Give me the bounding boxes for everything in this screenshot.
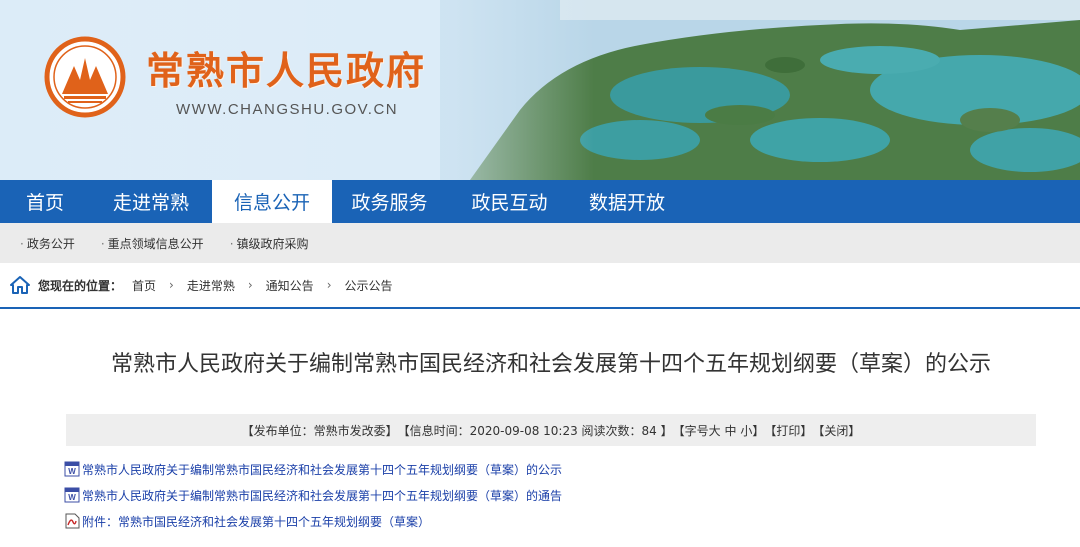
attachment-text: 常熟市人民政府关于编制常熟市国民经济和社会发展第十四个五年规划纲要（草案）的通告 bbox=[82, 488, 563, 503]
font-size-label: 【字号 bbox=[672, 423, 709, 438]
doc-icon: W bbox=[64, 487, 80, 503]
sub-nav-label: 政务公开 bbox=[26, 236, 75, 251]
nav-info-disclosure[interactable]: 信息公开 bbox=[212, 180, 332, 223]
attachment-link[interactable]: W 常熟市人民政府关于编制常熟市国民经济和社会发展第十四个五年规划纲要（草案）的… bbox=[64, 456, 562, 482]
sub-nav-item-town-procurement[interactable]: · 镇级政府采购 bbox=[230, 235, 309, 252]
attachment-text: 常熟市人民政府关于编制常熟市国民经济和社会发展第十四个五年规划纲要（草案）的公示 bbox=[82, 462, 563, 477]
font-size-medium-button[interactable]: 中 bbox=[725, 422, 737, 439]
article-title: 常熟市人民政府关于编制常熟市国民经济和社会发展第十四个五年规划纲要（草案）的公示 bbox=[110, 352, 991, 377]
chevron-right-icon: › bbox=[169, 278, 174, 292]
svg-text:W: W bbox=[68, 467, 76, 476]
chevron-right-icon: › bbox=[326, 278, 332, 292]
doc-icon: W bbox=[64, 461, 80, 477]
publisher-info: 【发布单位：常熟市发改委】 bbox=[241, 423, 398, 438]
font-size-small-button[interactable]: 小 bbox=[740, 422, 752, 439]
breadcrumb-label: 您现在的位置： bbox=[38, 278, 123, 293]
sub-nav-label: 重点领域信息公开 bbox=[107, 236, 204, 251]
city-emblem-logo bbox=[44, 36, 126, 118]
attachment-text: 附件：常熟市国民经济和社会发展第十四个五年规划纲要（草案） bbox=[82, 514, 431, 529]
home-icon bbox=[10, 276, 30, 294]
publish-time-info: 【信息时间：2020-09-08 10:23 阅读次数：84 】 bbox=[397, 423, 673, 438]
header-banner: 常熟市人民政府 WWW.CHANGSHU.GOV.CN bbox=[0, 0, 1080, 180]
attachment-link[interactable]: 附件：常熟市国民经济和社会发展第十四个五年规划纲要（草案） bbox=[64, 508, 562, 534]
sub-nav-label: 镇级政府采购 bbox=[236, 236, 309, 251]
bullet-icon: · bbox=[20, 236, 24, 251]
sub-nav: · 政务公开 · 重点领域信息公开 · 镇级政府采购 bbox=[0, 223, 1080, 263]
print-button[interactable]: 【打印】 bbox=[764, 422, 812, 439]
bullet-icon: · bbox=[100, 236, 105, 251]
breadcrumb-public-announcements[interactable]: 公示公告 bbox=[345, 277, 393, 294]
site-domain: WWW.CHANGSHU.GOV.CN bbox=[176, 101, 399, 118]
attachment-list: W 常熟市人民政府关于编制常熟市国民经济和社会发展第十四个五年规划纲要（草案）的… bbox=[64, 456, 562, 534]
nav-public-interaction[interactable]: 政民互动 bbox=[447, 180, 572, 223]
pdf-icon bbox=[65, 513, 80, 529]
breadcrumb-notices[interactable]: 通知公告 bbox=[266, 277, 314, 294]
breadcrumb-home[interactable]: 首页 bbox=[132, 277, 156, 294]
sub-nav-item-key-areas[interactable]: · 重点领域信息公开 bbox=[101, 235, 204, 252]
chevron-right-icon: › bbox=[247, 278, 253, 292]
main-nav: 首页 走进常熟 信息公开 政务服务 政民互动 数据开放 bbox=[0, 180, 1080, 223]
article-meta-bar: 【发布单位：常熟市发改委】 【信息时间：2020-09-08 10:23 阅读次… bbox=[66, 414, 1036, 446]
site-title: 常熟市人民政府 bbox=[146, 48, 427, 93]
breadcrumb-about-changshu[interactable]: 走进常熟 bbox=[187, 277, 235, 294]
attachment-link[interactable]: W 常熟市人民政府关于编制常熟市国民经济和社会发展第十四个五年规划纲要（草案）的… bbox=[64, 482, 562, 508]
sub-nav-item-government-affairs[interactable]: · 政务公开 bbox=[20, 235, 75, 252]
breadcrumb: 您现在的位置： 首页 › 走进常熟 › 通知公告 › 公示公告 bbox=[0, 263, 1080, 309]
bullet-icon: · bbox=[229, 236, 234, 251]
nav-about-changshu[interactable]: 走进常熟 bbox=[90, 180, 212, 223]
svg-text:W: W bbox=[68, 493, 76, 502]
font-size-large-button[interactable]: 大 bbox=[709, 422, 721, 439]
nav-open-data[interactable]: 数据开放 bbox=[572, 180, 682, 223]
close-button[interactable]: 【关闭】 bbox=[812, 422, 860, 439]
nav-home[interactable]: 首页 bbox=[0, 180, 90, 223]
nav-government-services[interactable]: 政务服务 bbox=[332, 180, 447, 223]
font-size-bracket: 】 bbox=[752, 423, 765, 438]
